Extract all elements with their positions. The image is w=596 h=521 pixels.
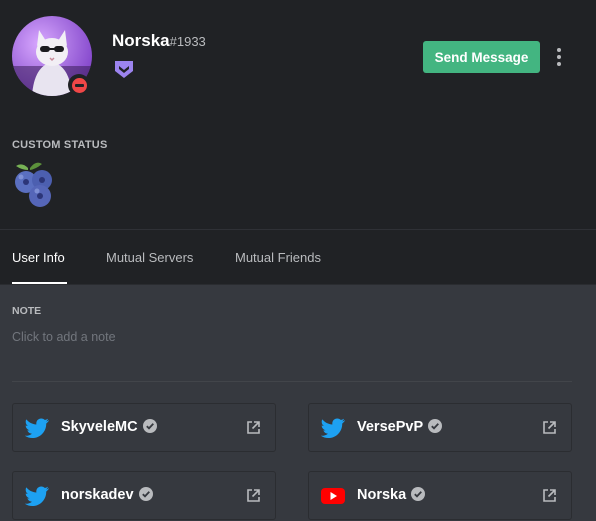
twitter-icon xyxy=(25,486,49,506)
blueberries-icon xyxy=(15,162,52,207)
account-name: SkyveleMC xyxy=(61,419,157,435)
connected-account-youtube[interactable]: Norska xyxy=(308,471,572,520)
verified-check-icon xyxy=(411,487,426,501)
external-link-icon[interactable] xyxy=(246,420,261,435)
tab-user-info[interactable]: User Info xyxy=(12,250,65,265)
note-label: NOTE xyxy=(12,305,42,317)
note-input[interactable] xyxy=(12,328,572,346)
twitter-icon xyxy=(25,418,49,438)
profile-tabs: User Info Mutual Servers Mutual Friends xyxy=(0,230,596,285)
tab-mutual-friends[interactable]: Mutual Friends xyxy=(235,250,321,265)
custom-status-label: CUSTOM STATUS xyxy=(12,139,108,151)
account-name: VersePvP xyxy=(357,419,443,435)
note-divider xyxy=(12,381,572,382)
connected-account-twitter[interactable]: VersePvP xyxy=(308,403,572,452)
status-dnd-icon xyxy=(68,74,90,96)
external-link-icon[interactable] xyxy=(246,488,261,503)
verified-check-icon xyxy=(428,419,443,433)
verified-check-icon xyxy=(142,419,157,433)
send-message-button[interactable]: Send Message xyxy=(423,41,540,73)
account-name: Norska xyxy=(357,487,426,503)
account-name: norskadev xyxy=(61,487,153,503)
active-tab-indicator xyxy=(12,282,67,284)
twitter-icon xyxy=(321,418,345,438)
profile-header xyxy=(0,0,596,230)
external-link-icon[interactable] xyxy=(542,420,557,435)
username: Norska xyxy=(112,31,170,50)
user-name-row: Norska #1933 xyxy=(112,31,206,51)
youtube-icon xyxy=(321,488,345,504)
verified-check-icon xyxy=(138,487,153,501)
connected-account-twitter[interactable]: SkyveleMC xyxy=(12,403,276,452)
tab-mutual-servers[interactable]: Mutual Servers xyxy=(106,250,193,265)
more-vertical-icon[interactable] xyxy=(551,44,567,70)
external-link-icon[interactable] xyxy=(542,488,557,503)
hypesquad-icon[interactable] xyxy=(113,58,135,80)
discriminator: #1933 xyxy=(169,34,206,49)
connected-account-twitter[interactable]: norskadev xyxy=(12,471,276,520)
